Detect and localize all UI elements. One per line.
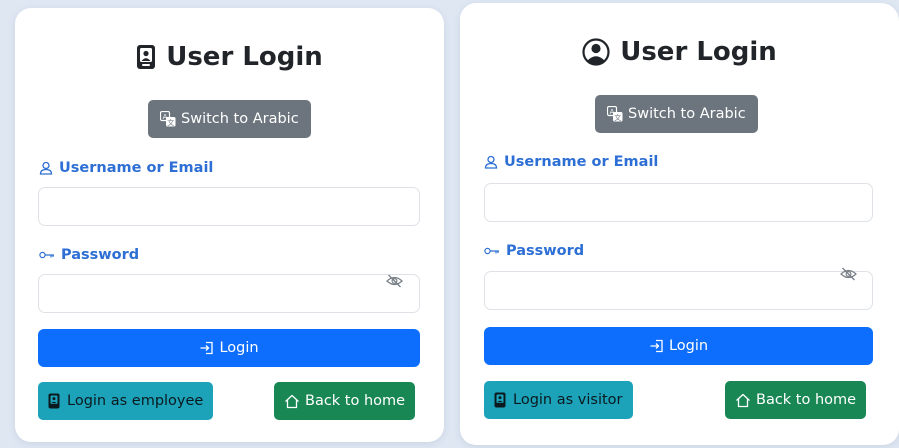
login-title: User Login [460, 37, 899, 67]
box-arrow-in-icon [200, 341, 214, 355]
box-arrow-in-icon [650, 339, 663, 353]
password-input[interactable] [484, 271, 873, 310]
switch-language-button[interactable]: A 文 Switch to Arabic [595, 95, 758, 133]
username-input[interactable] [484, 183, 873, 222]
badge-icon [494, 392, 506, 408]
login-as-visitor-label: Login as visitor [513, 392, 623, 408]
login-as-employee-button[interactable]: Login as employee [38, 382, 214, 420]
back-to-home-label: Back to home [305, 393, 406, 409]
username-label: Username or Email [39, 160, 213, 176]
house-icon [736, 393, 750, 407]
login-as-employee-label: Login as employee [67, 393, 204, 409]
login-title: User Login [15, 42, 444, 72]
switch-language-button[interactable]: A 文 Switch to Arabic [148, 100, 311, 138]
badge-icon [137, 45, 156, 69]
login-button[interactable]: Login [484, 327, 873, 365]
username-label: Username or Email [484, 154, 658, 170]
switch-language-label: Switch to Arabic [181, 111, 299, 127]
back-to-home-label: Back to home [756, 392, 857, 408]
password-label: Password [39, 247, 139, 263]
user-circle-icon [582, 38, 610, 66]
password-label: Password [484, 243, 584, 259]
key-icon [484, 247, 499, 255]
svg-text:文: 文 [614, 113, 621, 122]
translate-icon: A 文 [160, 111, 176, 127]
login-button-label: Login [668, 338, 709, 354]
person-icon [39, 161, 53, 175]
back-to-home-button[interactable]: Back to home [274, 382, 416, 420]
username-input[interactable] [38, 187, 420, 226]
eye-slash-icon[interactable] [840, 267, 857, 281]
login-button[interactable]: Login [38, 329, 420, 367]
login-card-visitor: User Login A 文 Switch to Arabic Username… [460, 3, 899, 445]
password-input[interactable] [38, 274, 420, 313]
svg-text:文: 文 [167, 118, 174, 127]
key-icon [39, 251, 54, 259]
login-button-label: Login [219, 340, 259, 356]
login-title-text: User Login [620, 37, 777, 67]
person-icon [484, 155, 498, 169]
login-as-visitor-button[interactable]: Login as visitor [484, 381, 633, 419]
badge-icon [48, 393, 60, 409]
house-icon [285, 394, 299, 408]
eye-slash-icon[interactable] [386, 274, 403, 288]
switch-language-label: Switch to Arabic [628, 106, 746, 122]
login-title-text: User Login [166, 42, 323, 72]
translate-icon: A 文 [607, 106, 623, 122]
login-card-employee: User Login A 文 Switch to Arabic Username… [15, 8, 444, 442]
back-to-home-button[interactable]: Back to home [725, 381, 867, 419]
